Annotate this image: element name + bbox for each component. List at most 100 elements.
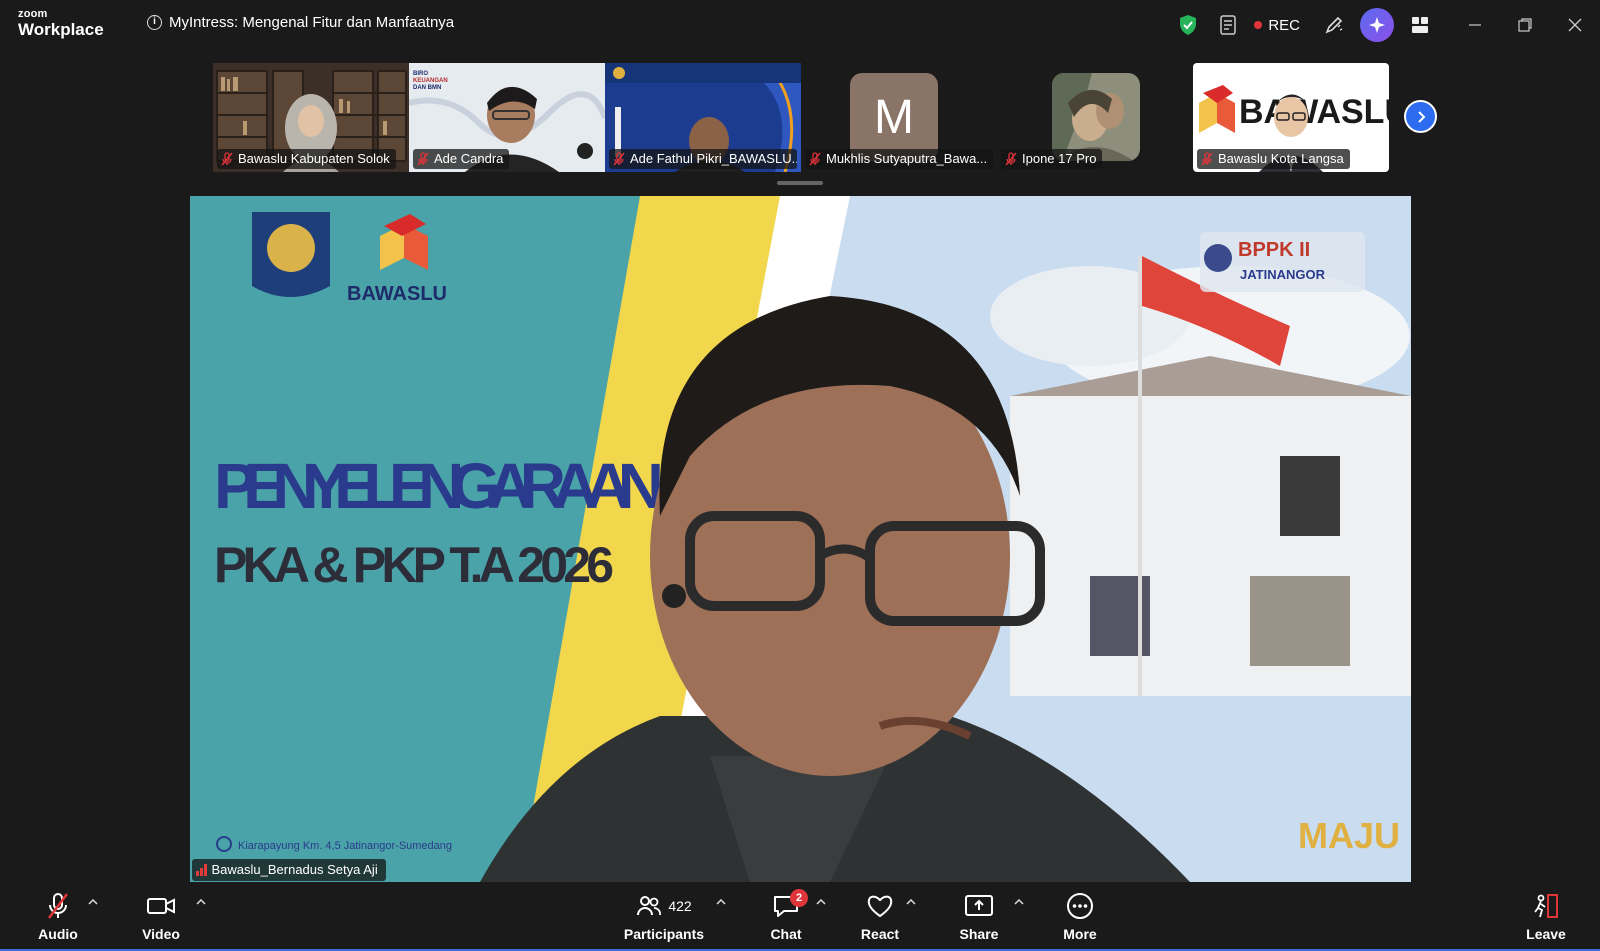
more-dots-icon (1067, 893, 1093, 919)
participant-tile[interactable]: BIRO KEUANGAN DAN BMN Ade Candra (409, 63, 605, 172)
annotate-pen-icon[interactable] (1314, 0, 1354, 50)
react-label: React (860, 926, 900, 942)
avatar (1052, 73, 1140, 161)
participant-name: Ipone 17 Pro (1022, 151, 1097, 166)
participant-name-tag: Ipone 17 Pro (1001, 149, 1103, 169)
leave-label: Leave (1526, 926, 1566, 942)
chevron-up-icon (88, 899, 98, 905)
chat-options-caret[interactable] (813, 894, 829, 910)
participant-name-tag: Ade Candra (413, 149, 510, 169)
close-icon (1568, 18, 1582, 32)
restore-icon (1518, 18, 1532, 32)
avatar: M (850, 73, 938, 161)
strip-resize-handle[interactable] (777, 181, 823, 185)
mic-muted-icon (221, 152, 233, 166)
next-page-button[interactable] (1404, 100, 1437, 133)
participant-name-tag: Mukhlis Sutyaputra_Bawa... (805, 149, 993, 169)
participants-options-caret[interactable] (713, 894, 729, 910)
main-speaker-video[interactable]: BPPK II JATINANGOR BAWASLU PENYELENGARAA… (190, 196, 1411, 882)
langsa-logo-text: BAWASLU (1239, 93, 1389, 131)
close-button[interactable] (1550, 0, 1600, 50)
chat-label: Chat (770, 926, 802, 942)
chevron-up-icon (1014, 899, 1024, 905)
participant-name-tag: Bawaslu Kota Langsa (1197, 149, 1350, 169)
signal-bars-icon (196, 864, 207, 876)
minimize-button[interactable] (1450, 0, 1500, 50)
title-bar: zoom Workplace i MyIntress: Mengenal Fit… (0, 0, 1600, 50)
heart-icon (867, 895, 893, 918)
camera-icon (147, 898, 175, 914)
chevron-up-icon (716, 899, 726, 905)
mic-muted-icon (613, 152, 625, 166)
participants-icon (637, 896, 662, 916)
mic-muted-icon (1201, 152, 1213, 166)
react-options-caret[interactable] (903, 894, 919, 910)
meeting-info[interactable]: i MyIntress: Mengenal Fitur dan Manfaatn… (147, 14, 454, 31)
zoom-logo: zoom Workplace (18, 8, 104, 39)
meeting-controls: Audio Video 422 Participants 2 Chat Reac… (0, 883, 1600, 951)
slide-title-line1: PENYELENGARAAN (214, 450, 664, 522)
sparkle-icon (1369, 17, 1385, 33)
speaker-video-feed: BPPK II JATINANGOR BAWASLU PENYELENGARAA… (190, 196, 1411, 882)
leave-button[interactable]: Leave (1506, 887, 1586, 942)
participant-name: Mukhlis Sutyaputra_Bawa... (826, 151, 988, 166)
svg-text:KEUANGAN: KEUANGAN (413, 78, 448, 84)
speaker-name: Bawaslu_Bernadus Setya Aji (211, 862, 378, 877)
mic-muted-icon (809, 152, 821, 166)
slide-footer: Kiarapayung Km. 4,5 Jatinangor-Sumedang (238, 840, 452, 852)
share-button[interactable]: Share (939, 887, 1019, 942)
mic-muted-icon (48, 893, 68, 919)
chevron-up-icon (906, 899, 916, 905)
slide-corner: MAJU (1298, 815, 1400, 856)
slide-badge-top: BPPK II (1238, 239, 1310, 261)
video-label: Video (142, 926, 180, 942)
slide-badge-bottom: JATINANGOR (1240, 267, 1326, 282)
participant-name: Ade Fathul Pikri_BAWASLU... (630, 151, 797, 166)
video-button[interactable]: Video (121, 887, 201, 942)
share-screen-icon (965, 895, 993, 916)
participant-tile[interactable]: BAWASLU Bawaslu Kota Langsa (1193, 63, 1389, 172)
apps-grid-icon[interactable] (1400, 0, 1440, 50)
chevron-right-icon (1417, 110, 1425, 123)
more-button[interactable]: More (1040, 887, 1120, 942)
participants-label: Participants (623, 926, 705, 942)
speaker-name-tag: Bawaslu_Bernadus Setya Aji (192, 859, 386, 881)
video-options-caret[interactable] (193, 894, 209, 910)
participants-button[interactable]: 422 Participants (616, 887, 712, 942)
share-options-caret[interactable] (1011, 894, 1027, 910)
slide-logo-text: BAWASLU (347, 283, 447, 305)
participant-tile[interactable]: Ade Fathul Pikri_BAWASLU... (605, 63, 801, 172)
participant-name: Bawaslu Kota Langsa (1218, 151, 1344, 166)
participant-tile[interactable]: Bawaslu Kabupaten Solok (213, 63, 409, 172)
rec-dot-icon (1254, 21, 1263, 29)
brand-bottom: Workplace (18, 20, 104, 39)
svg-text:BIRO: BIRO (413, 71, 428, 77)
chat-unread-badge: 2 (790, 889, 808, 907)
participant-name: Bawaslu Kabupaten Solok (238, 151, 390, 166)
minimize-icon (1469, 24, 1481, 26)
meeting-title: MyIntress: Mengenal Fitur dan Manfaatnya (169, 14, 455, 31)
participant-name-tag: Ade Fathul Pikri_BAWASLU... (609, 149, 797, 169)
chevron-up-icon (196, 899, 206, 905)
participant-name: Ade Candra (434, 151, 504, 166)
participant-tile[interactable]: Ipone 17 Pro (997, 63, 1193, 172)
share-label: Share (959, 926, 999, 942)
svg-text:DAN BMN: DAN BMN (413, 85, 441, 91)
security-shield-icon[interactable] (1168, 0, 1208, 50)
info-icon[interactable]: i (147, 15, 162, 30)
more-label: More (1063, 926, 1097, 942)
mic-muted-icon (417, 152, 429, 166)
leave-door-icon (1534, 894, 1558, 918)
brand-top: zoom (18, 8, 48, 20)
audio-label: Audio (38, 926, 78, 942)
chevron-up-icon (816, 899, 826, 905)
participant-name-tag: Bawaslu Kabupaten Solok (217, 149, 396, 169)
participant-tile[interactable]: M Mukhlis Sutyaputra_Bawa... (801, 63, 997, 172)
notes-icon[interactable] (1208, 0, 1248, 50)
restore-button[interactable] (1500, 0, 1550, 50)
mic-muted-icon (1005, 152, 1017, 166)
audio-options-caret[interactable] (85, 894, 101, 910)
ai-companion-button[interactable] (1360, 8, 1394, 42)
slide-title-line2: PKA & PKP T.A 2026 (214, 537, 614, 593)
recording-indicator[interactable]: REC (1254, 17, 1300, 34)
